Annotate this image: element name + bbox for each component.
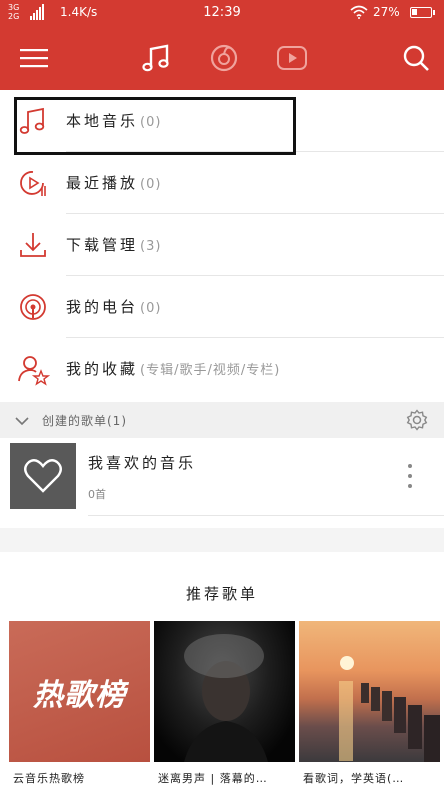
radio-icon: [20, 294, 46, 320]
recommend-card-caption: 迷离男声 | 落幕的…: [158, 772, 268, 785]
recommend-card[interactable]: 看歌词，学英语(…: [299, 621, 440, 785]
playlist-item-favorites[interactable]: 我喜欢的音乐 0首: [0, 438, 444, 516]
menu-item-favorites[interactable]: 我的收藏 (专辑/歌手/视频/专栏): [0, 338, 444, 400]
recommend-card-image: 热歌榜: [9, 621, 150, 762]
recommended-playlists: 热歌榜 云音乐热歌榜 迷离男声 | 落幕的… 看歌词，学英语(…: [9, 621, 440, 800]
playlist-track-count: 0首: [88, 488, 106, 501]
hot-chart-logo: 热歌榜: [33, 677, 126, 713]
top-bar: [0, 26, 444, 90]
menu-item-radio[interactable]: 我的电台 (0): [0, 276, 444, 338]
recommend-card[interactable]: 热歌榜 云音乐热歌榜: [9, 621, 150, 785]
menu-item-count: (专辑/歌手/视频/专栏): [140, 363, 281, 378]
gear-icon[interactable]: [406, 409, 428, 431]
recommend-card-image: [154, 621, 295, 762]
download-icon: [20, 233, 46, 257]
wifi-icon: [350, 5, 368, 19]
battery-percent: 27%: [373, 5, 400, 19]
menu-item-recent-play[interactable]: 最近播放 (0): [0, 152, 444, 214]
hamburger-menu-icon[interactable]: [14, 38, 54, 78]
heart-icon: [24, 459, 62, 493]
section-gap: [0, 528, 444, 552]
video-play-icon[interactable]: [272, 38, 312, 78]
section-title: 创建的歌单(1): [42, 414, 127, 428]
netease-disc-icon[interactable]: [204, 38, 244, 78]
recent-play-icon: [20, 171, 46, 196]
recommend-card-caption: 云音乐热歌榜: [13, 772, 85, 785]
recommend-card-caption: 看歌词，学英语(…: [303, 772, 405, 785]
menu-item-count: (3): [140, 239, 162, 254]
menu-item-label: 下载管理: [66, 236, 139, 254]
sunset-pier-scene: [339, 656, 440, 762]
menu-item-download[interactable]: 下载管理 (3): [0, 214, 444, 276]
favorite-user-star-icon: [18, 356, 50, 386]
music-note-icon[interactable]: [136, 38, 176, 78]
playlist-name: 我喜欢的音乐: [88, 454, 197, 472]
selection-highlight-box: [14, 97, 296, 155]
created-playlists-header[interactable]: 创建的歌单(1): [0, 402, 444, 438]
chevron-down-icon[interactable]: [14, 413, 30, 429]
recommend-card[interactable]: 迷离男声 | 落幕的…: [154, 621, 295, 785]
recommend-card-image: [299, 621, 440, 762]
menu-item-label: 最近播放: [66, 174, 139, 192]
recommend-title: 推荐歌单: [185, 585, 258, 603]
status-bar: 3G 2G 1.4K/s 12:39 27%: [0, 0, 444, 26]
menu-item-label: 我的电台: [66, 298, 139, 316]
portrait-silhouette: [184, 634, 268, 762]
search-icon[interactable]: [396, 38, 436, 78]
menu-item-count: (0): [140, 177, 162, 192]
playlist-cover: [10, 443, 76, 509]
menu-item-label: 我的收藏: [66, 360, 139, 378]
menu-item-count: (0): [140, 301, 162, 316]
more-options-icon[interactable]: [400, 464, 420, 488]
battery-icon: [410, 7, 435, 18]
